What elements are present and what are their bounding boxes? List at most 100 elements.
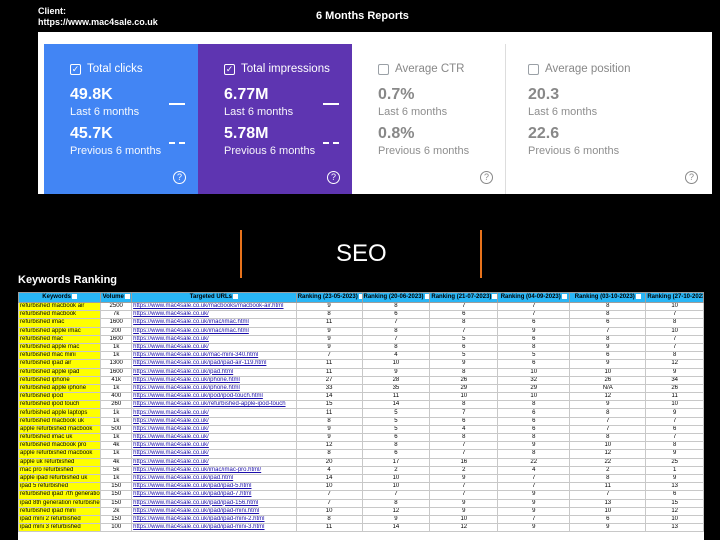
targeted-url-link[interactable]: https://www.mac4sale.co.uk/iphone.html — [131, 375, 297, 385]
targeted-url-link[interactable]: https://www.mac4sale.co.uk/imac/imac-pro… — [131, 465, 297, 475]
ranking-cell: 11 — [361, 392, 431, 402]
help-icon[interactable]: ? — [685, 171, 698, 184]
check-icon[interactable]: ✓ — [70, 63, 81, 75]
targeted-url-link[interactable]: https://www.mac4sale.co.uk/ — [131, 416, 297, 426]
ranking-cell: 11 — [569, 482, 647, 492]
column-header[interactable]: Ranking (27-10-2023) — [645, 292, 704, 303]
targeted-url-link[interactable]: https://www.mac4sale.co.uk/ipad.html — [131, 367, 297, 377]
unchecked-box-icon[interactable] — [528, 63, 539, 75]
column-header-label: Volume — [102, 294, 124, 301]
targeted-url-link[interactable]: https://www.mac4sale.co.uk/imac/imac.htm… — [131, 318, 297, 328]
ranking-cell: 7 — [295, 490, 363, 500]
column-header[interactable]: Volume — [100, 292, 133, 303]
column-header[interactable]: Ranking (04-09-2023) — [497, 292, 571, 303]
targeted-url-link[interactable]: https://www.mac4sale.co.uk/ipod/ipod-tou… — [131, 392, 297, 402]
targeted-url-link[interactable]: https://www.mac4sale.co.uk/ — [131, 432, 297, 443]
ranking-cell: 7 — [569, 416, 647, 426]
ranking-cell: 9 — [497, 490, 571, 500]
targeted-url-link[interactable]: https://www.mac4sale.co.uk/ — [131, 334, 297, 344]
targeted-url-link[interactable]: https://www.mac4sale.co.uk/ipad/ipad-min… — [131, 506, 297, 516]
ranking-cell: 9 — [569, 342, 647, 353]
check-icon[interactable]: ✓ — [224, 63, 235, 75]
ranking-cell: 10 — [645, 301, 704, 312]
average-position-label: Average position — [545, 63, 631, 75]
ranking-cell: 2 — [569, 465, 647, 475]
table-row: ipad 8th generation refurbished 150 https:… — [18, 498, 704, 508]
column-header[interactable]: Ranking (23-05-2023) — [295, 292, 363, 303]
ranking-cell: 9 — [429, 359, 499, 369]
help-icon[interactable]: ? — [173, 171, 186, 184]
filter-dropdown-icon[interactable] — [233, 294, 239, 300]
ranking-cell: 22 — [569, 457, 647, 467]
targeted-url-link[interactable]: https://www.mac4sale.co.uk/imac/imac.htm… — [131, 326, 297, 336]
ranking-cell: 9 — [645, 367, 704, 377]
ranking-cell: 7 — [295, 351, 363, 361]
targeted-url-link[interactable]: https://www.mac4sale.co.uk/ipad/ipad-min… — [131, 514, 297, 525]
volume-cell: 260 — [100, 400, 133, 410]
table-row: refurbished apple mac 1k https://www.mac4s… — [18, 342, 704, 353]
table-row: apple refurbished macbook 500 https://www.… — [18, 424, 704, 435]
ranking-cell: 6 — [429, 416, 499, 426]
targeted-url-link[interactable]: https://www.mac4sale.co.uk/iphone.html — [131, 383, 297, 394]
targeted-url-link[interactable]: https://www.mac4sale.co.uk/ipad.html — [131, 473, 297, 484]
targeted-url-link[interactable]: https://www.mac4sale.co.uk/ipad/ipad-air… — [131, 359, 297, 369]
targeted-url-link[interactable]: https://www.mac4sale.co.uk/ — [131, 408, 297, 418]
dashed-line-legend-icon — [169, 142, 185, 144]
seo-heading: SEO — [336, 240, 387, 267]
filter-dropdown-icon[interactable] — [424, 294, 429, 300]
targeted-url-link[interactable]: https://www.mac4sale.co.uk/ipad/ipad-min… — [131, 523, 297, 533]
ranking-cell: 9 — [569, 523, 647, 533]
ranking-cell: 8 — [295, 310, 363, 320]
column-header[interactable]: Ranking (03-10-2023) — [569, 292, 647, 303]
ranking-cell: 5 — [497, 351, 571, 361]
targeted-url-link[interactable]: https://www.mac4sale.co.uk/ — [131, 310, 297, 320]
ranking-cell: 9 — [645, 473, 704, 484]
column-header[interactable]: Keywords — [18, 292, 102, 303]
filter-dropdown-icon[interactable] — [492, 294, 497, 300]
column-header[interactable]: Targeted URLs — [131, 292, 297, 303]
table-row: refurbished apple iphone 1k https://www.ma… — [18, 383, 704, 394]
unchecked-box-icon[interactable] — [378, 63, 389, 75]
keyword-cell: refurbished apple mac — [18, 342, 102, 353]
average-position-card[interactable]: Average position 20.3 Last 6 months 22.6… — [506, 44, 710, 194]
ranking-cell: 12 — [569, 449, 647, 459]
volume-cell: 100 — [100, 523, 133, 533]
total-impressions-label: Total impressions — [241, 63, 330, 75]
targeted-url-link[interactable]: https://www.mac4sale.co.uk/ — [131, 424, 297, 435]
help-icon[interactable]: ? — [480, 171, 493, 184]
ranking-cell: 10 — [295, 482, 363, 492]
help-icon[interactable]: ? — [327, 171, 340, 184]
ranking-cell: 9 — [295, 326, 363, 336]
ranking-cell: 2 — [429, 465, 499, 475]
average-ctr-card[interactable]: Average CTR 0.7% Last 6 months 0.8% Prev… — [352, 44, 506, 194]
keyword-cell: refurbished macbook pro — [18, 441, 102, 451]
table-row: refurbished apple laptops 1k https://www.m… — [18, 408, 704, 418]
targeted-url-link[interactable]: https://www.mac4sale.co.uk/ — [131, 457, 297, 467]
ranking-cell: 5 — [361, 424, 431, 435]
targeted-url-link[interactable]: https://www.mac4sale.co.uk/ — [131, 342, 297, 353]
column-header[interactable]: Ranking (20-06-2023) — [361, 292, 431, 303]
filter-dropdown-icon[interactable] — [71, 294, 77, 300]
column-header[interactable]: Ranking (21-07-2023) — [429, 292, 499, 303]
targeted-url-link[interactable]: https://www.mac4sale.co.uk/ipad/ipad-156… — [131, 498, 297, 508]
targeted-url-link[interactable]: https://www.mac4sale.co.uk/ipad/ipad-7.h… — [131, 490, 297, 500]
total-clicks-card[interactable]: ✓ Total clicks 49.8K Last 6 months 45.7K… — [44, 44, 198, 194]
table-row: apple refurbished macbook 1k https://www.m… — [18, 449, 704, 459]
filter-dropdown-icon[interactable] — [561, 294, 567, 300]
total-impressions-card[interactable]: ✓ Total impressions 6.77M Last 6 months … — [198, 44, 352, 194]
targeted-url-link[interactable]: https://www.mac4sale.co.uk/ — [131, 441, 297, 451]
ranking-cell: 8 — [497, 400, 571, 410]
targeted-url-link[interactable]: https://www.mac4sale.co.uk/mac-mini-340.… — [131, 351, 297, 361]
targeted-url-link[interactable]: https://www.mac4sale.co.uk/refurbished-a… — [131, 400, 297, 410]
ranking-cell: 9 — [645, 449, 704, 459]
ranking-cell: 9 — [295, 301, 363, 312]
table-row: refurbished ipad 7th generation 150 https:… — [18, 490, 704, 500]
targeted-url-link[interactable]: https://www.mac4sale.co.uk/ipad/ipad-5.h… — [131, 482, 297, 492]
ranking-cell: 4 — [497, 465, 571, 475]
dashed-line-legend-icon — [323, 142, 339, 144]
volume-cell: 150 — [100, 490, 133, 500]
filter-dropdown-icon[interactable] — [124, 294, 130, 300]
filter-dropdown-icon[interactable] — [635, 294, 641, 300]
targeted-url-link[interactable]: https://www.mac4sale.co.uk/macbooks/macb… — [131, 301, 297, 312]
targeted-url-link[interactable]: https://www.mac4sale.co.uk/ — [131, 449, 297, 459]
